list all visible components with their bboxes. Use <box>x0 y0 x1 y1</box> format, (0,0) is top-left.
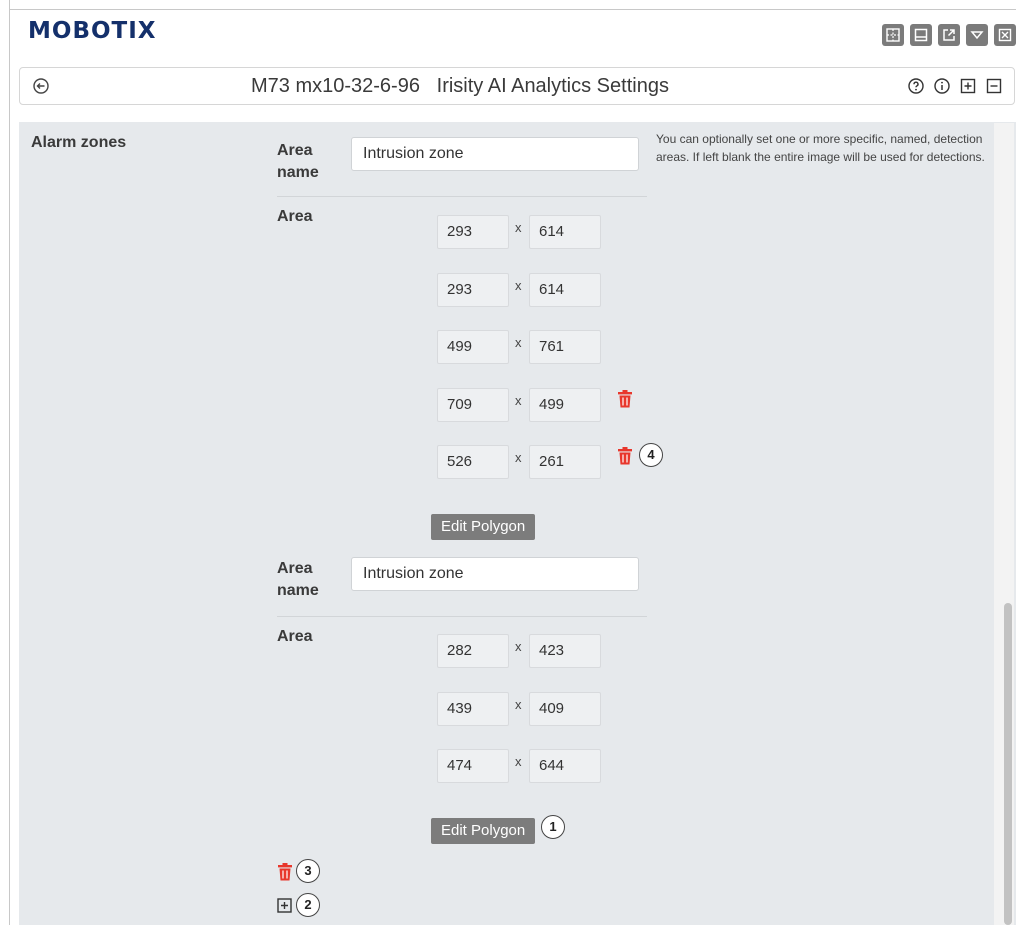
scrollbar-thumb[interactable] <box>1004 603 1012 925</box>
point-y-input[interactable]: 409 <box>529 692 601 726</box>
section-label: Alarm zones <box>31 134 127 151</box>
coord-separator: x <box>515 450 522 465</box>
expand-icon[interactable] <box>960 78 976 94</box>
coord-separator: x <box>515 278 522 293</box>
header-icons <box>908 78 1002 94</box>
point-x-input[interactable]: 709 <box>437 388 509 422</box>
point-x-input[interactable]: 293 <box>437 273 509 307</box>
area-label: Area <box>277 208 313 225</box>
area-name-input[interactable]: Intrusion zone <box>351 137 639 171</box>
point-y-input[interactable]: 499 <box>529 388 601 422</box>
coord-separator: x <box>515 220 522 235</box>
info-icon[interactable] <box>934 78 950 94</box>
area-name-input[interactable]: Intrusion zone <box>351 557 639 591</box>
callout-marker: 3 <box>296 859 320 883</box>
point-x-input[interactable]: 439 <box>437 692 509 726</box>
area-name-label: Area name <box>277 560 319 599</box>
coord-separator: x <box>515 697 522 712</box>
alarm-zones-panel: Alarm zones You can optionally set one o… <box>19 122 1016 925</box>
delete-point-icon[interactable] <box>617 447 633 465</box>
area-label: Area <box>277 628 313 645</box>
help-icon[interactable] <box>908 78 924 94</box>
window-border-top <box>9 9 1016 10</box>
area-name-label: Area name <box>277 142 319 181</box>
layout-icon[interactable] <box>882 24 904 46</box>
divider <box>277 616 647 617</box>
point-y-input[interactable]: 423 <box>529 634 601 668</box>
callout-marker: 2 <box>296 893 320 917</box>
point-x-input[interactable]: 499 <box>437 330 509 364</box>
back-icon[interactable] <box>33 78 49 94</box>
callout-marker: 1 <box>541 815 565 839</box>
point-x-input[interactable]: 282 <box>437 634 509 668</box>
point-y-input[interactable]: 614 <box>529 215 601 249</box>
coord-separator: x <box>515 335 522 350</box>
point-y-input[interactable]: 644 <box>529 749 601 783</box>
coord-separator: x <box>515 639 522 654</box>
coord-separator: x <box>515 754 522 769</box>
dropdown-icon[interactable] <box>966 24 988 46</box>
mobotix-logo: MOBOTIX <box>28 18 157 44</box>
delete-point-icon[interactable] <box>617 390 633 408</box>
window-controls <box>882 24 1016 46</box>
point-y-input[interactable]: 261 <box>529 445 601 479</box>
edit-polygon-button[interactable]: Edit Polygon <box>431 514 536 540</box>
settings-header: M73 mx10-32-6-96 Irisity AI Analytics Se… <box>19 67 1015 105</box>
divider <box>277 196 647 197</box>
close-icon[interactable] <box>994 24 1016 46</box>
point-x-input[interactable]: 474 <box>437 749 509 783</box>
delete-zone-icon[interactable] <box>277 863 293 881</box>
point-y-input[interactable]: 761 <box>529 330 601 364</box>
point-x-input[interactable]: 526 <box>437 445 509 479</box>
help-text: You can optionally set one or more speci… <box>656 132 985 164</box>
collapse-icon[interactable] <box>986 78 1002 94</box>
window-icon[interactable] <box>910 24 932 46</box>
add-zone-icon[interactable] <box>277 898 292 913</box>
external-icon[interactable] <box>938 24 960 46</box>
callout-marker: 4 <box>639 443 663 467</box>
edit-polygon-button[interactable]: Edit Polygon <box>431 818 536 844</box>
coord-separator: x <box>515 393 522 408</box>
point-x-input[interactable]: 293 <box>437 215 509 249</box>
point-y-input[interactable]: 614 <box>529 273 601 307</box>
page-title: M73 mx10-32-6-96 Irisity AI Analytics Se… <box>251 75 669 97</box>
window-border-left <box>9 0 10 925</box>
